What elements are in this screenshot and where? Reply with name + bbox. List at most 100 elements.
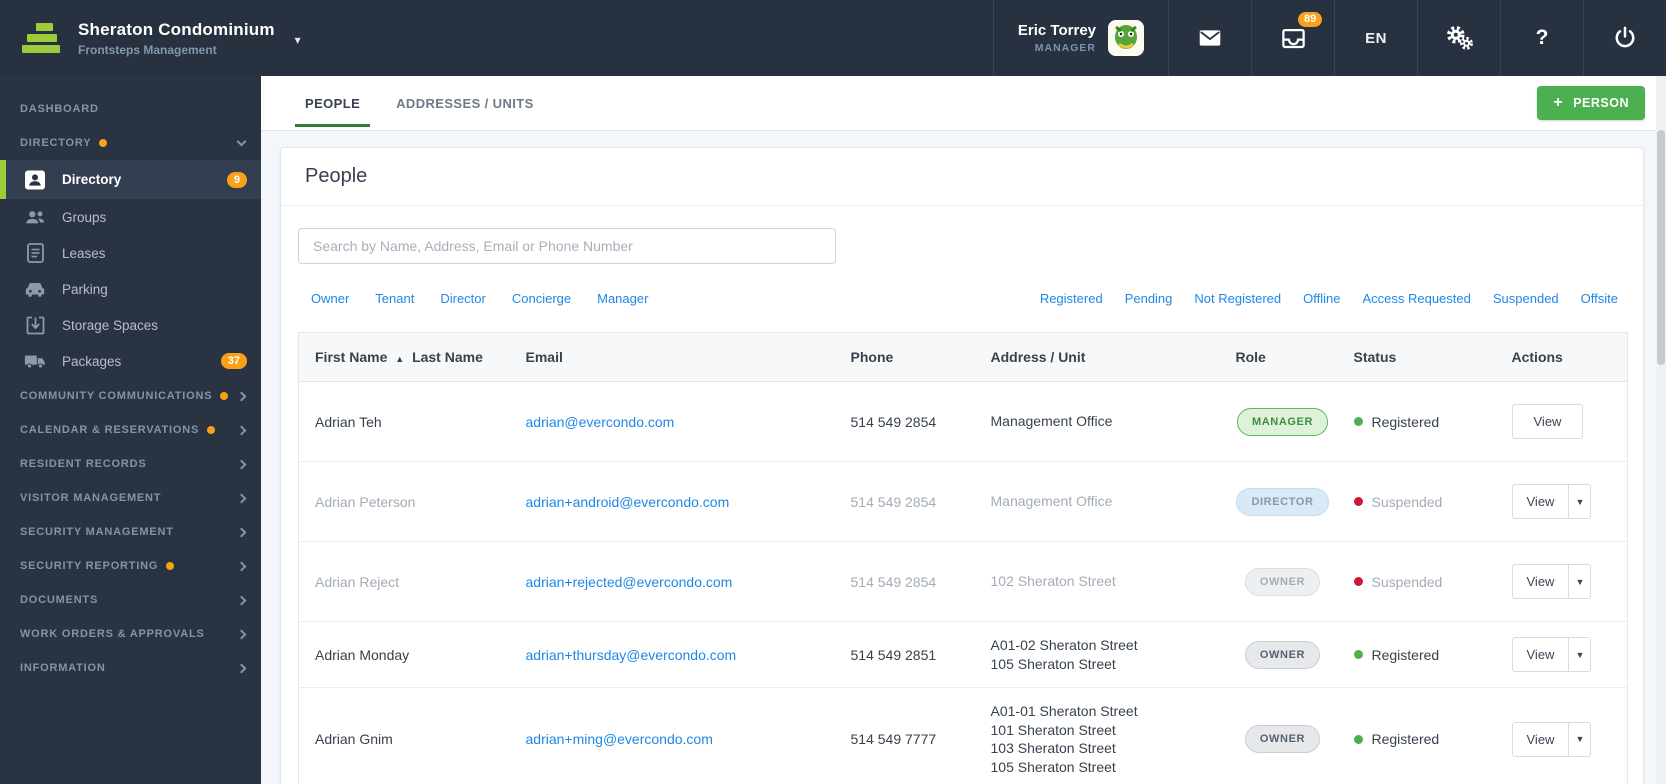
filter-manager[interactable]: Manager <box>597 291 648 306</box>
filter-concierge[interactable]: Concierge <box>512 291 571 306</box>
sidebar-item-directory[interactable]: Directory 9 <box>0 160 261 199</box>
chevron-right-icon <box>236 425 247 435</box>
tab-people[interactable]: PEOPLE <box>295 76 371 130</box>
sidebar-item-groups[interactable]: Groups <box>0 199 261 235</box>
filter-director[interactable]: Director <box>440 291 486 306</box>
inbox-button[interactable]: 89 <box>1251 0 1334 76</box>
search-input[interactable] <box>298 228 836 264</box>
status-label: Suspended <box>1371 493 1443 510</box>
email-link[interactable]: adrian+rejected@evercondo.com <box>526 574 733 590</box>
filter-suspended[interactable]: Suspended <box>1493 291 1559 306</box>
sidebar-group-calendar-reservations[interactable]: CALENDAR & RESERVATIONS <box>0 413 261 447</box>
table-row: Adrian Peterson adrian+android@evercondo… <box>298 461 1628 542</box>
sidebar-label: DASHBOARD <box>20 103 99 115</box>
community-selector[interactable]: Sheraton Condominium Frontsteps Manageme… <box>0 0 301 76</box>
sidebar-item-label: Packages <box>62 353 122 369</box>
sidebar-group-work-orders-approvals[interactable]: WORK ORDERS & APPROVALS <box>0 617 261 651</box>
sidebar-item-dashboard[interactable]: DASHBOARD <box>0 92 261 126</box>
filter-registered[interactable]: Registered <box>1040 291 1103 306</box>
column-header-name[interactable]: First Name ▲ Last Name <box>298 332 514 382</box>
first-name-header: First Name <box>315 349 388 365</box>
view-menu-button[interactable]: ▼ <box>1569 637 1592 672</box>
sidebar-item-label: Storage Spaces <box>62 317 159 333</box>
status-dot-icon <box>1353 417 1363 426</box>
filter-row: Owner Tenant Director Concierge Manager … <box>298 291 1626 306</box>
view-menu-button[interactable]: ▼ <box>1569 484 1592 519</box>
column-header-email[interactable]: Email <box>513 332 839 382</box>
avatar[interactable] <box>1108 20 1144 56</box>
filter-owner[interactable]: Owner <box>311 291 349 306</box>
view-button[interactable]: View <box>1511 404 1584 439</box>
sidebar-group-visitor-management[interactable]: VISITOR MANAGEMENT <box>0 481 261 515</box>
table-header-row: First Name ▲ Last Name Email Phone Addre… <box>298 332 1628 382</box>
view-button[interactable]: View <box>1511 564 1570 599</box>
sidebar-label: VISITOR MANAGEMENT <box>20 492 162 504</box>
person-name: Adrian Teh <box>298 381 514 462</box>
messages-button[interactable] <box>1168 0 1251 76</box>
caret-down-icon: ▼ <box>1575 734 1585 744</box>
view-menu-button[interactable]: ▼ <box>1569 564 1592 599</box>
role-badge: DIRECTOR <box>1236 487 1329 516</box>
sidebar-item-packages[interactable]: Packages 37 <box>0 343 261 379</box>
user-role-badge: MANAGER <box>1034 42 1096 54</box>
sidebar-group-directory[interactable]: DIRECTORY <box>0 126 261 160</box>
email-link[interactable]: adrian@evercondo.com <box>526 414 675 430</box>
status-dot-icon <box>1353 734 1363 744</box>
status-cell: Suspended <box>1353 493 1488 510</box>
tab-addresses-units[interactable]: ADDRESSES / UNITS <box>386 76 544 130</box>
people-table: First Name ▲ Last Name Email Phone Addre… <box>298 332 1628 784</box>
filter-access-requested[interactable]: Access Requested <box>1362 291 1470 306</box>
chevron-right-icon <box>236 493 247 503</box>
settings-button[interactable] <box>1417 0 1500 76</box>
filter-pending[interactable]: Pending <box>1125 291 1173 306</box>
chevron-right-icon <box>236 663 247 673</box>
email-link[interactable]: adrian+ming@evercondo.com <box>526 731 713 747</box>
status-dot-icon <box>1353 497 1363 506</box>
column-header-address[interactable]: Address / Unit <box>978 332 1224 382</box>
sidebar-group-information[interactable]: INFORMATION <box>0 651 261 685</box>
view-button[interactable]: View <box>1511 484 1570 519</box>
scrollbar[interactable] <box>1656 76 1666 784</box>
person-name: Adrian Reject <box>298 541 514 622</box>
sidebar-group-community-communications[interactable]: COMMUNITY COMMUNICATIONS <box>0 379 261 413</box>
chevron-down-icon <box>236 136 247 147</box>
person-phone: 514 549 2851 <box>838 621 979 688</box>
sidebar-group-resident-records[interactable]: RESIDENT RECORDS <box>0 447 261 481</box>
logout-button[interactable] <box>1583 0 1666 76</box>
card-body: Owner Tenant Director Concierge Manager … <box>281 206 1643 784</box>
scrollbar-thumb[interactable] <box>1657 130 1665 365</box>
address-unit: 102 Sheraton Street <box>990 573 1116 590</box>
sidebar-group-security-management[interactable]: SECURITY MANAGEMENT <box>0 515 261 549</box>
sidebar-label: SECURITY MANAGEMENT <box>20 526 174 538</box>
sidebar-group-security-reporting[interactable]: SECURITY REPORTING <box>0 549 261 583</box>
view-menu-button[interactable]: ▼ <box>1569 721 1592 757</box>
sidebar-item-parking[interactable]: Parking <box>0 271 261 307</box>
view-button[interactable]: View <box>1511 637 1570 672</box>
notification-dot <box>166 562 175 570</box>
chevron-right-icon <box>236 629 247 639</box>
email-link[interactable]: adrian+android@evercondo.com <box>526 494 730 510</box>
help-button[interactable]: ? <box>1500 0 1583 76</box>
status-dot-icon <box>1353 577 1363 586</box>
sidebar-group-documents[interactable]: DOCUMENTS <box>0 583 261 617</box>
chevron-right-icon <box>236 391 247 401</box>
filter-not-registered[interactable]: Not Registered <box>1194 291 1281 306</box>
chevron-right-icon <box>236 459 247 469</box>
column-header-phone[interactable]: Phone <box>838 332 979 382</box>
add-person-button[interactable]: + PERSON <box>1537 86 1645 120</box>
email-link[interactable]: adrian+thursday@evercondo.com <box>526 647 737 663</box>
status-cell: Registered <box>1353 731 1488 747</box>
person-name: Adrian Gnim <box>298 687 514 784</box>
filter-tenant[interactable]: Tenant <box>375 291 414 306</box>
view-button[interactable]: View <box>1511 721 1570 757</box>
main-content: PEOPLE ADDRESSES / UNITS + PERSON People… <box>261 76 1666 784</box>
user-menu[interactable]: Eric Torrey MANAGER <box>992 0 1168 76</box>
column-header-status[interactable]: Status <box>1341 332 1500 382</box>
filter-offline[interactable]: Offline <box>1303 291 1340 306</box>
sidebar-item-leases[interactable]: Leases <box>0 235 261 271</box>
filter-offsite[interactable]: Offsite <box>1581 291 1618 306</box>
language-button[interactable]: EN <box>1334 0 1417 76</box>
column-header-role[interactable]: Role <box>1223 332 1342 382</box>
sidebar-item-storage-spaces[interactable]: Storage Spaces <box>0 307 261 343</box>
